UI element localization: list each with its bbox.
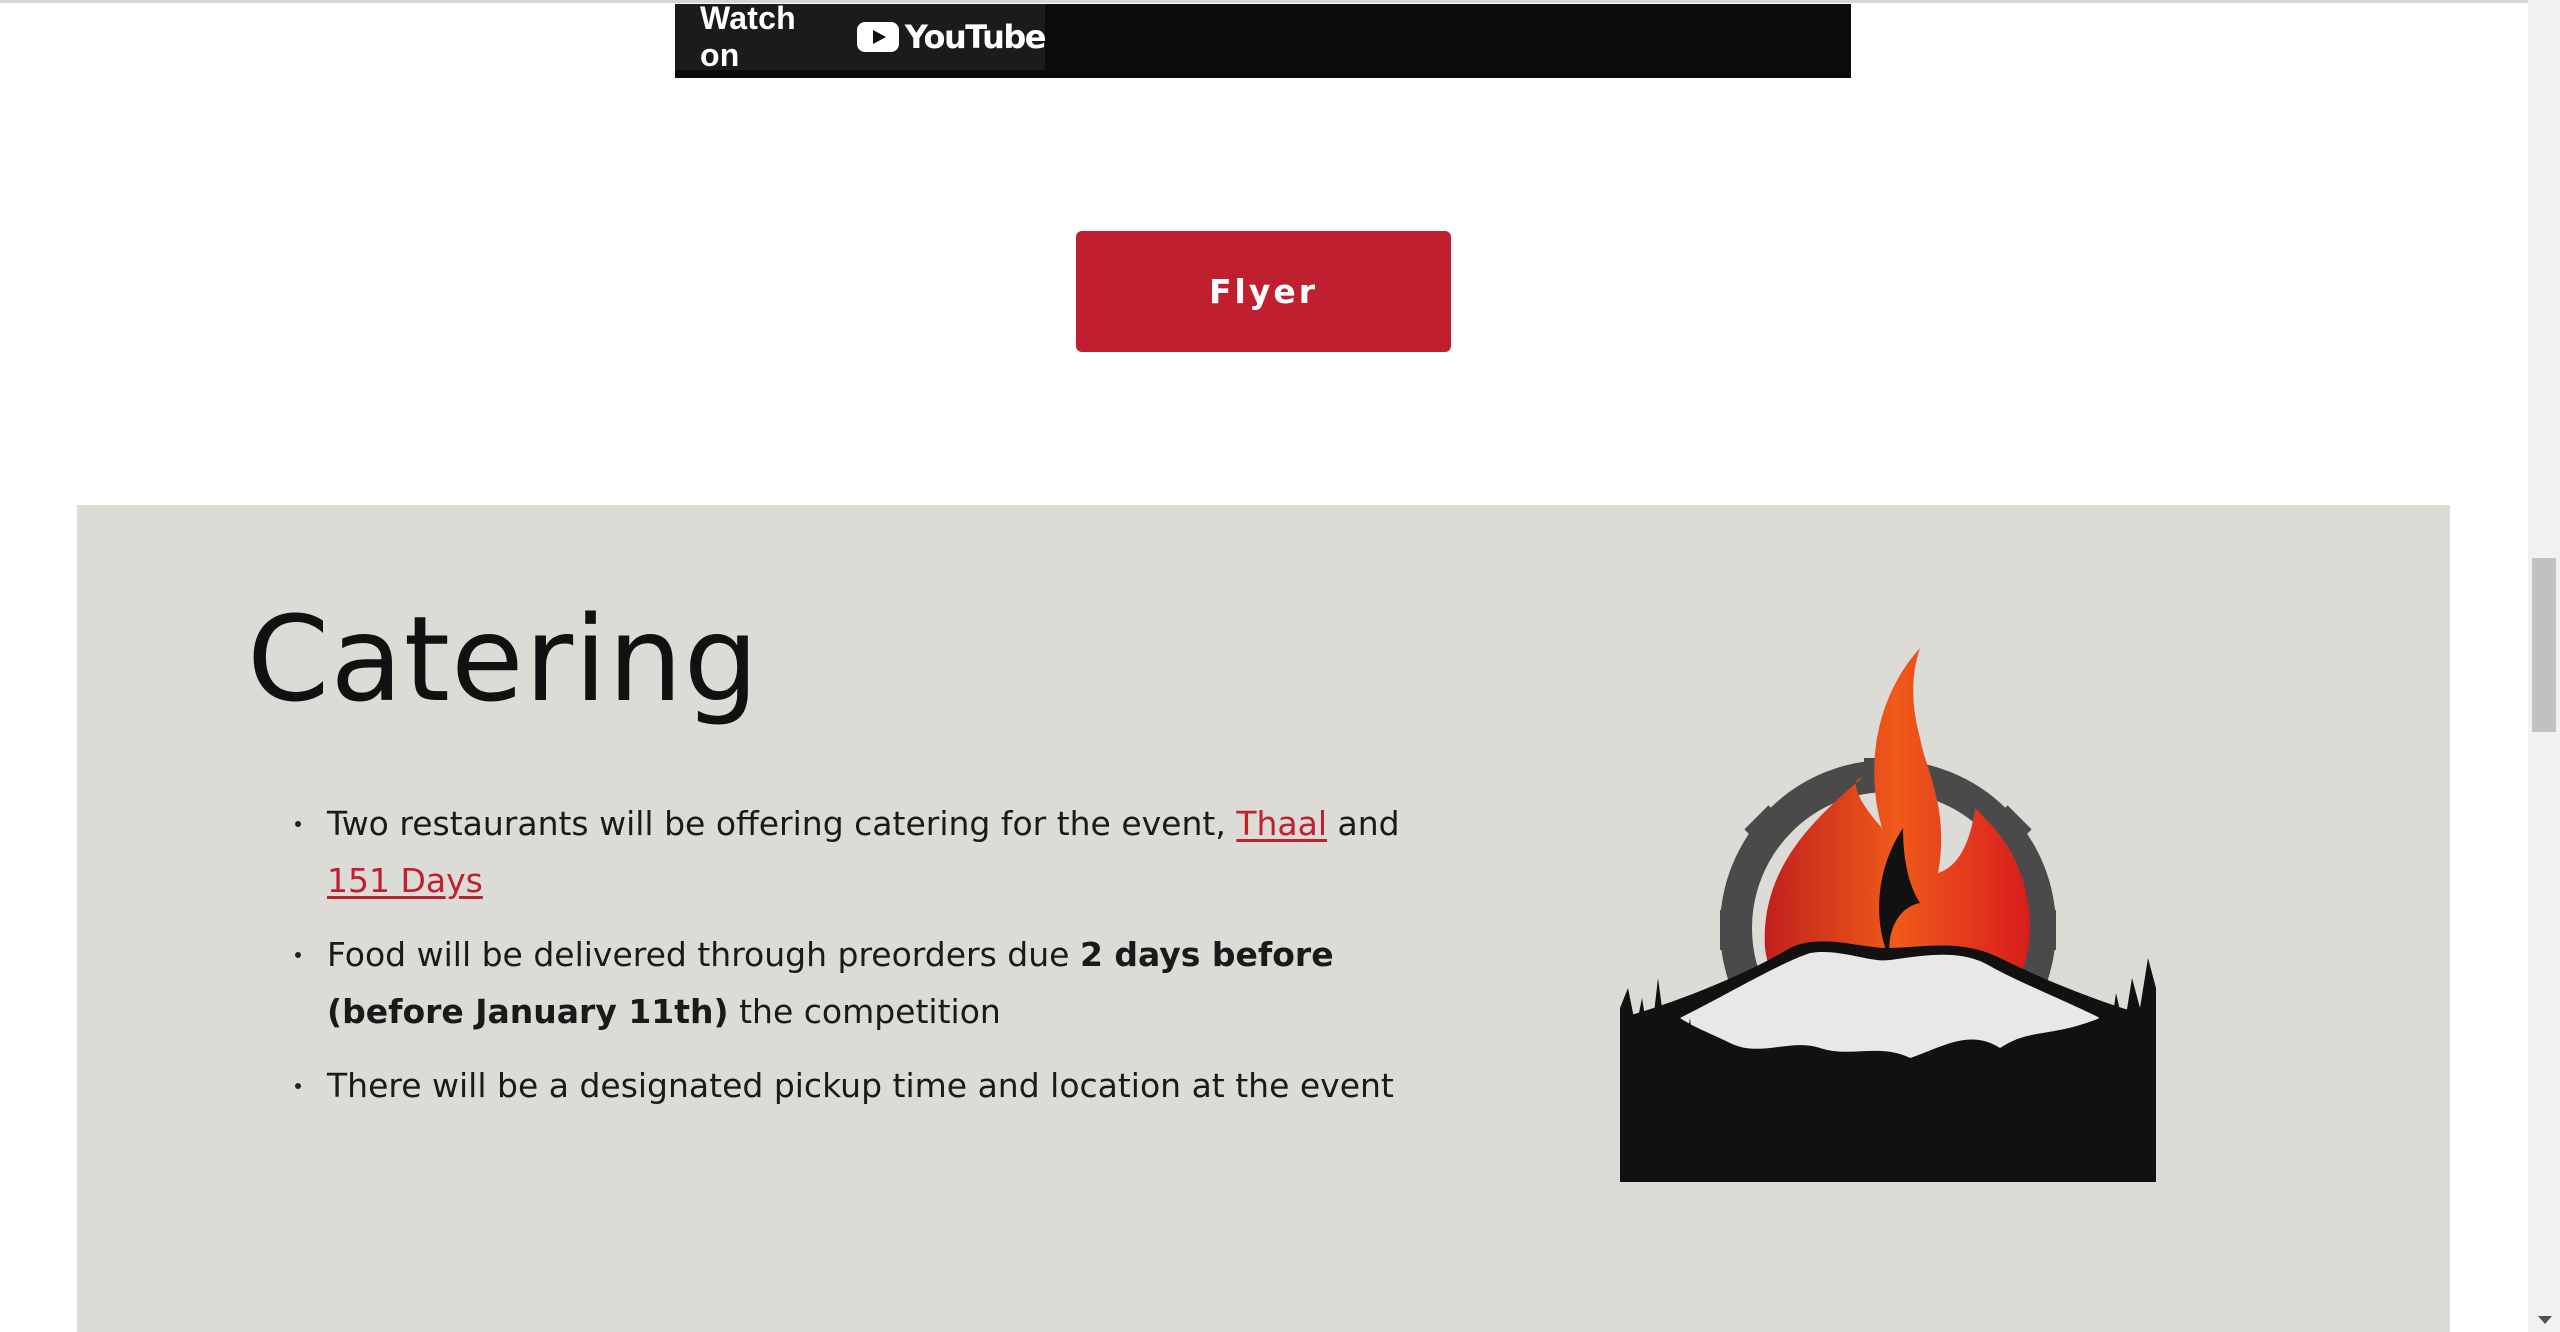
catering-bullet-list: Two restaurants will be offering caterin… (247, 795, 1447, 1131)
watch-on-label: Watch on (700, 0, 796, 73)
page-top-border (0, 0, 2528, 3)
151-days-link[interactable]: 151 Days (327, 861, 483, 900)
list-item: There will be a designated pickup time a… (247, 1057, 1447, 1114)
scrollbar-thumb[interactable] (2532, 558, 2556, 732)
watch-on-youtube-link[interactable]: Watch on YouTube (675, 0, 1047, 73)
youtube-wordmark: YouTube (904, 18, 1047, 56)
list-item: Food will be delivered through preorders… (247, 926, 1447, 1040)
scroll-down-arrow-icon[interactable] (2538, 1316, 2552, 1324)
youtube-logo-icon: YouTube (856, 18, 1047, 56)
page-scrollbar[interactable] (2528, 0, 2560, 1332)
list-item: Two restaurants will be offering caterin… (247, 795, 1447, 909)
youtube-embed[interactable]: Watch on YouTube (675, 0, 1851, 78)
youtube-play-icon (856, 22, 899, 52)
flyer-button[interactable]: Flyer (1076, 231, 1451, 352)
catering-heading: Catering (247, 590, 760, 728)
thaal-link[interactable]: Thaal (1236, 804, 1327, 843)
flame-mountain-gear-logo (1620, 648, 2156, 1182)
